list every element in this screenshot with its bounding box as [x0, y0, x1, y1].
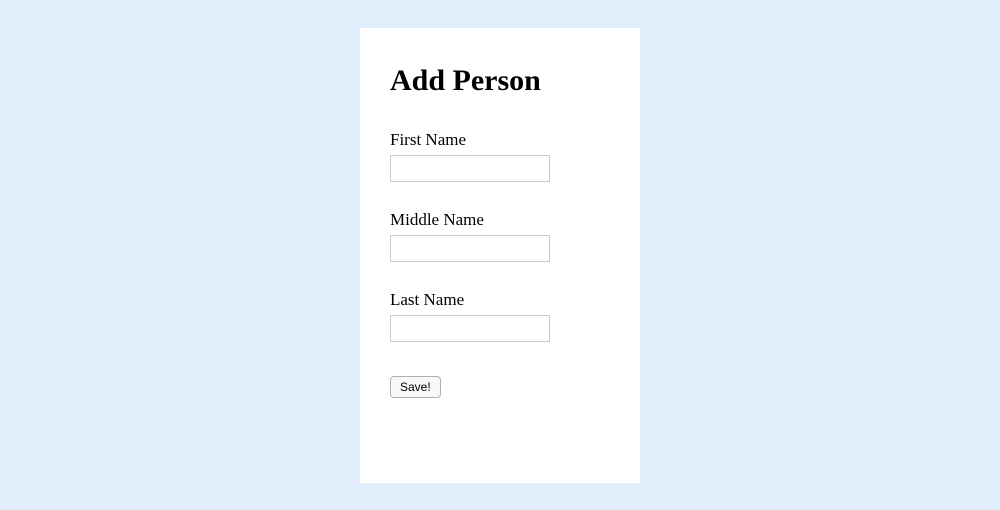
first-name-label: First Name — [390, 130, 610, 150]
last-name-input[interactable] — [390, 315, 550, 342]
middle-name-label: Middle Name — [390, 210, 610, 230]
last-name-label: Last Name — [390, 290, 610, 310]
first-name-group: First Name — [390, 130, 610, 182]
save-button[interactable]: Save! — [390, 376, 441, 398]
middle-name-group: Middle Name — [390, 210, 610, 262]
middle-name-input[interactable] — [390, 235, 550, 262]
add-person-card: Add Person First Name Middle Name Last N… — [360, 28, 640, 483]
first-name-input[interactable] — [390, 155, 550, 182]
last-name-group: Last Name — [390, 290, 610, 342]
page-title: Add Person — [390, 64, 610, 98]
